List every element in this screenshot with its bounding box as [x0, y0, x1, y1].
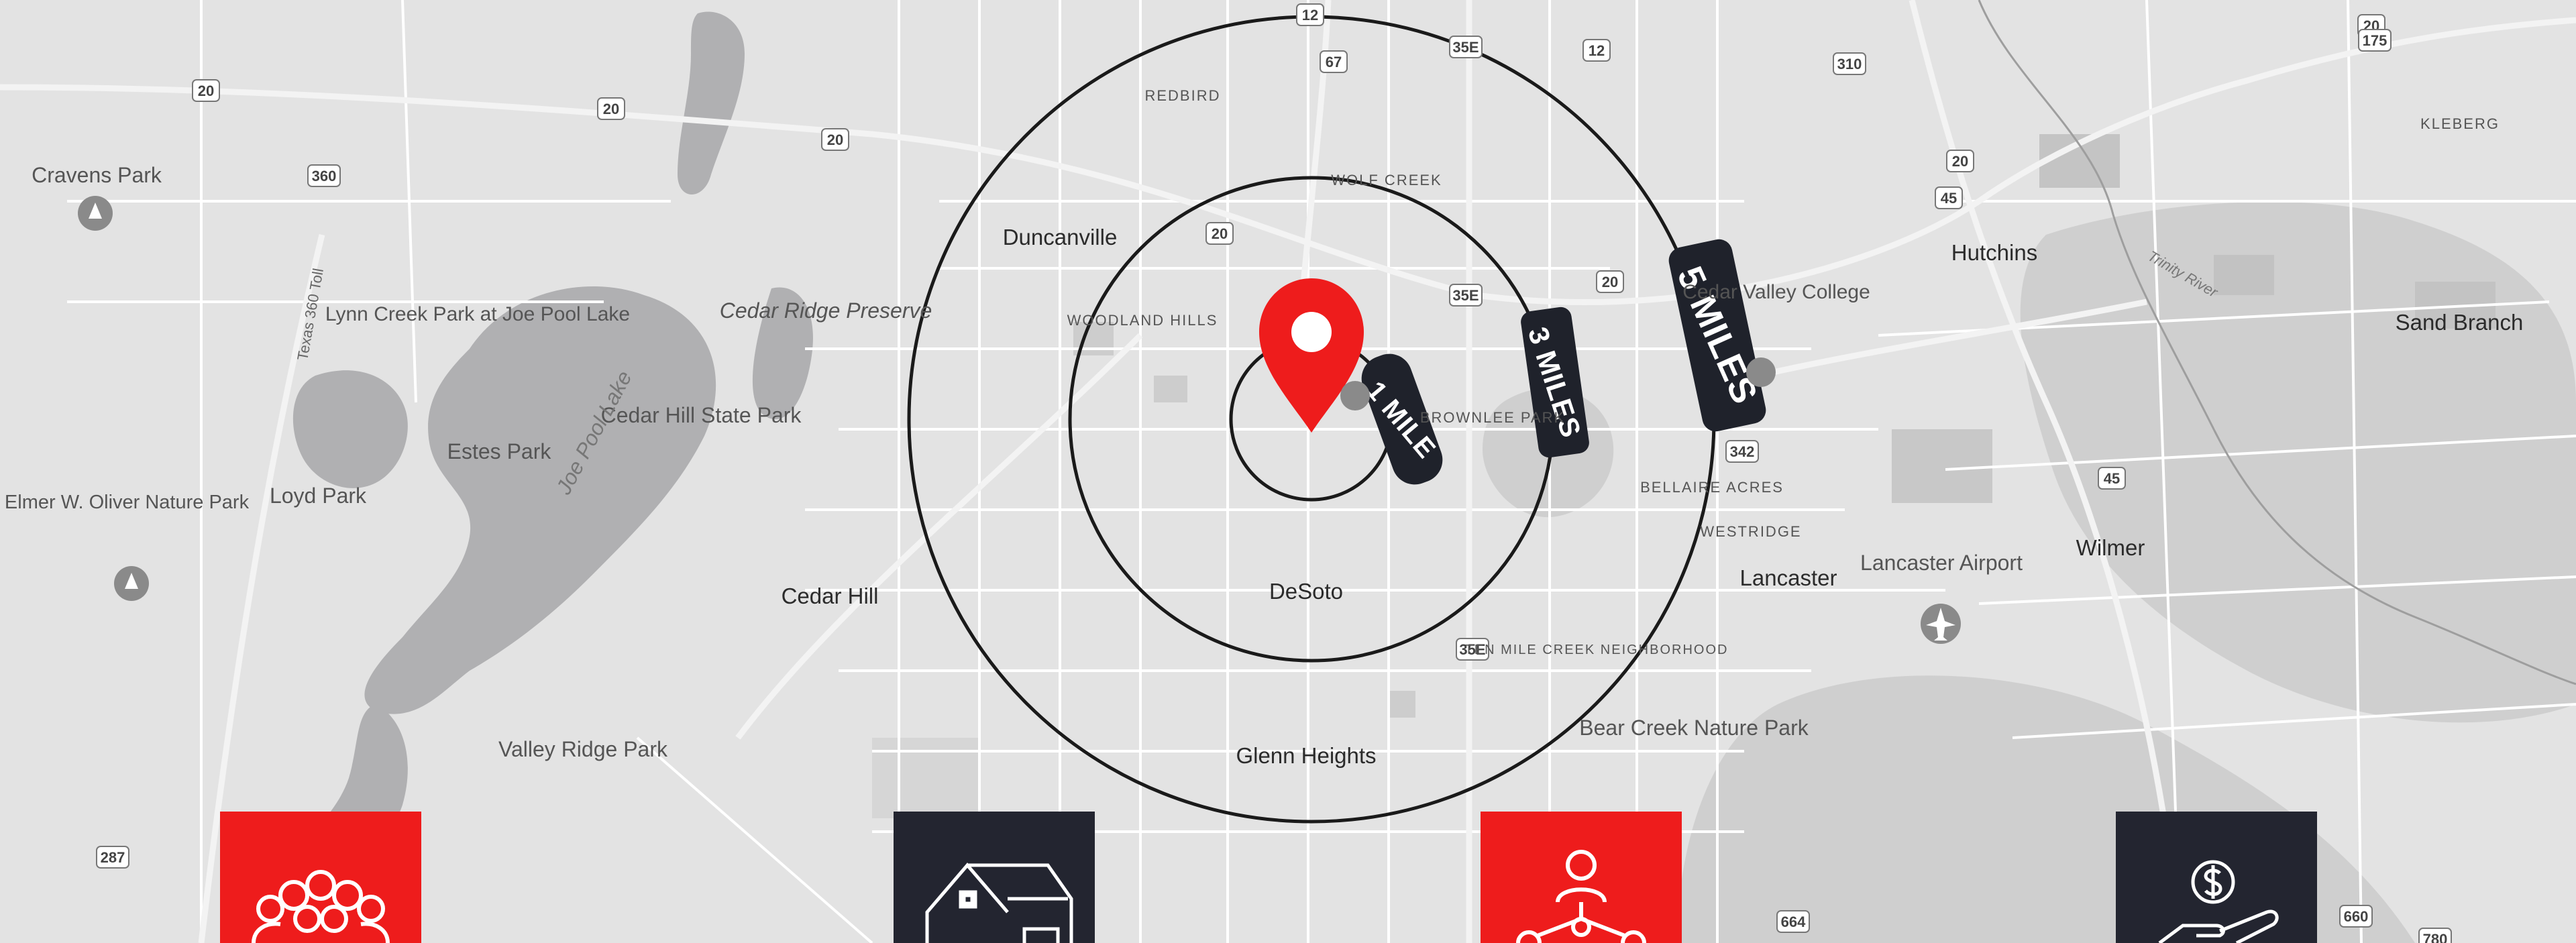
svg-text:35E: 35E — [1452, 287, 1479, 304]
park-elmer-oliver: Elmer W. Oliver Nature Park — [5, 492, 250, 513]
svg-text:20: 20 — [1212, 225, 1228, 242]
city-hutchins: Hutchins — [1951, 240, 2037, 265]
city-lancaster: Lancaster — [1740, 565, 1837, 590]
park-estes: Estes Park — [447, 439, 552, 463]
svg-text:780: 780 — [2423, 931, 2448, 943]
svg-text:20: 20 — [198, 82, 214, 99]
svg-text:20: 20 — [1602, 274, 1618, 290]
park-cedar-ridge: Cedar Ridge Preserve — [720, 298, 932, 323]
park-cedar-hill-state: Cedar Hill State Park — [601, 403, 802, 427]
svg-text:342: 342 — [1730, 443, 1755, 460]
map-canvas[interactable]: 1 MILE 3 MILES 5 MILES 20 20 20 20 20 20… — [0, 0, 2576, 943]
svg-text:45: 45 — [1941, 190, 1957, 207]
income-tile[interactable] — [2116, 812, 2317, 943]
nbhd-westridge: WESTRIDGE — [1700, 523, 1801, 540]
nbhd-wolf-creek: WOLF CREEK — [1331, 172, 1442, 188]
airport-lancaster: Lancaster Airport — [1860, 551, 2023, 575]
park-cravens: Cravens Park — [32, 163, 162, 187]
svg-text:360: 360 — [312, 168, 337, 184]
svg-text:660: 660 — [2344, 908, 2369, 925]
nbhd-bellaire-acres: BELLAIRE ACRES — [1640, 479, 1784, 496]
svg-text:310: 310 — [1837, 56, 1862, 72]
population-icon — [252, 870, 390, 943]
city-wilmer: Wilmer — [2076, 535, 2145, 560]
nbhd-woodland-hills: WOODLAND HILLS — [1067, 312, 1218, 329]
income-icon — [2158, 860, 2279, 943]
svg-text:20: 20 — [1952, 153, 1968, 170]
svg-text:20: 20 — [603, 101, 619, 117]
nbhd-kleberg: KLEBERG — [2420, 115, 2500, 132]
nbhd-brownlee-park: BROWNLEE PARK — [1420, 409, 1565, 426]
city-cedar-hill: Cedar Hill — [782, 584, 879, 608]
city-glenn-heights: Glenn Heights — [1236, 743, 1376, 768]
svg-text:67: 67 — [1326, 54, 1342, 70]
city-duncanville: Duncanville — [1003, 225, 1118, 249]
households-tile[interactable] — [894, 812, 1095, 943]
svg-text:45: 45 — [2104, 470, 2120, 487]
svg-text:175: 175 — [2363, 32, 2387, 49]
nbhd-redbird: REDBIRD — [1144, 87, 1220, 104]
svg-text:664: 664 — [1781, 913, 1806, 930]
svg-text:35E: 35E — [1452, 39, 1479, 56]
park-lynn-creek: Lynn Creek Park at Joe Pool Lake — [325, 303, 630, 325]
park-loyd: Loyd Park — [270, 484, 367, 508]
city-desoto: DeSoto — [1269, 579, 1343, 604]
airport-icon — [1921, 604, 1961, 644]
nbhd-ten-mile-creek: TEN MILE CREEK NEIGHBORHOOD — [1465, 643, 1729, 657]
population-tile[interactable] — [220, 812, 421, 943]
households-icon — [925, 863, 1073, 943]
park-valley-ridge: Valley Ridge Park — [498, 737, 668, 761]
city-sand-branch: Sand Branch — [2396, 310, 2524, 335]
college-cedar-valley: Cedar Valley College — [1682, 281, 1870, 303]
svg-text:20: 20 — [827, 131, 843, 148]
network-icon — [1516, 850, 1646, 943]
svg-text:12: 12 — [1302, 7, 1318, 23]
svg-text:287: 287 — [101, 849, 125, 866]
park-bear-creek: Bear Creek Nature Park — [1579, 716, 1809, 740]
network-tile[interactable] — [1481, 812, 1682, 943]
svg-text:12: 12 — [1589, 42, 1605, 59]
